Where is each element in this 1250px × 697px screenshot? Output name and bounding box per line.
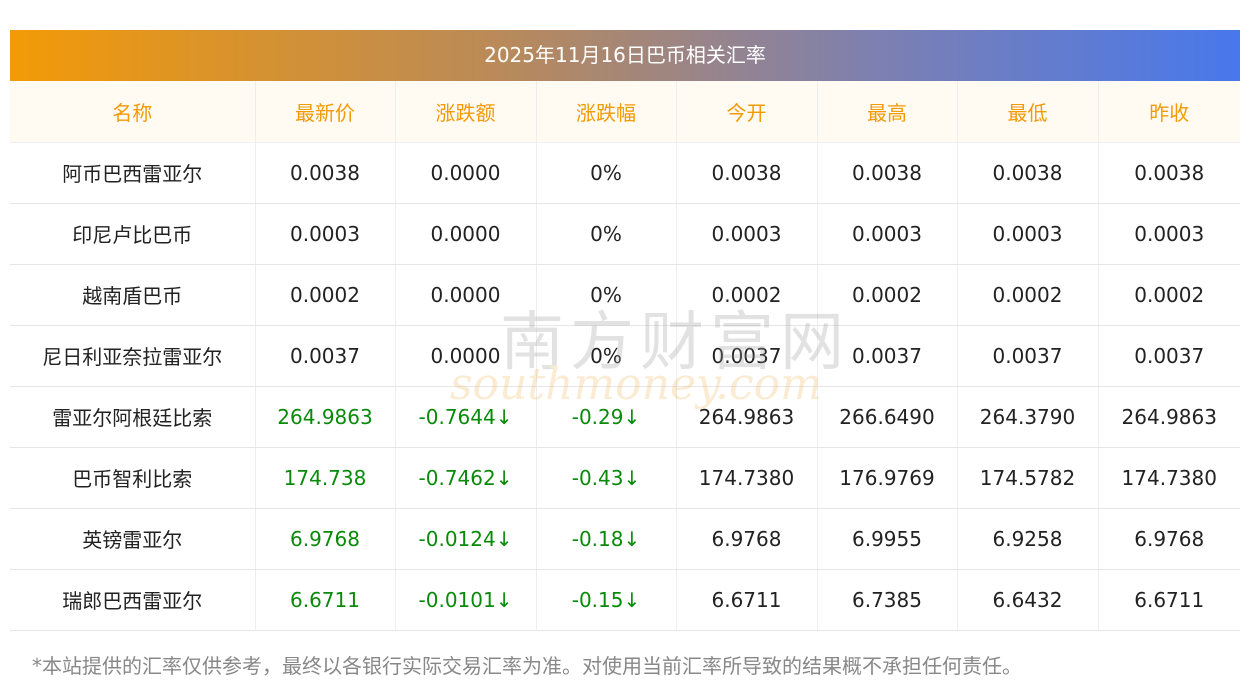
cell-low: 0.0037 — [956, 325, 1098, 387]
cell-change-pct: -0.15↓ — [535, 569, 676, 631]
cell-open: 6.9768 — [675, 508, 817, 570]
cell-high: 6.9955 — [816, 508, 957, 570]
rates-table: 名称 最新价 涨跌额 涨跌幅 今开 最高 最低 昨收 阿币巴西雷亚尔 0.0038… — [10, 81, 1240, 631]
cell-prev-close: 6.6711 — [1097, 569, 1240, 631]
cell-prev-close: 0.0038 — [1097, 142, 1240, 204]
cell-name: 瑞郎巴西雷亚尔 — [10, 569, 255, 631]
cell-latest: 0.0003 — [254, 203, 395, 265]
column-header-low: 最低 — [956, 81, 1098, 143]
cell-latest: 6.6711 — [254, 569, 395, 631]
cell-change: 0.0000 — [394, 325, 536, 387]
cell-change: 0.0000 — [394, 142, 536, 204]
cell-latest: 0.0002 — [254, 264, 395, 326]
cell-low: 0.0003 — [956, 203, 1098, 265]
cell-change-pct: -0.43↓ — [535, 447, 676, 509]
cell-prev-close: 0.0002 — [1097, 264, 1240, 326]
cell-change-pct: 0% — [535, 142, 676, 204]
column-header-name: 名称 — [10, 81, 255, 143]
cell-name: 雷亚尔阿根廷比索 — [10, 386, 255, 448]
cell-low: 0.0038 — [956, 142, 1098, 204]
cell-prev-close: 0.0003 — [1097, 203, 1240, 265]
cell-name: 越南盾巴币 — [10, 264, 255, 326]
cell-change-pct: -0.18↓ — [535, 508, 676, 570]
table-row: 瑞郎巴西雷亚尔 6.6711 -0.0101↓ -0.15↓ 6.6711 6.7385 6… — [10, 569, 1240, 631]
cell-latest: 0.0038 — [254, 142, 395, 204]
cell-open: 0.0003 — [675, 203, 817, 265]
cell-high: 0.0003 — [816, 203, 957, 265]
cell-name: 阿币巴西雷亚尔 — [10, 142, 255, 204]
cell-high: 176.9769 — [816, 447, 957, 509]
table-row: 阿币巴西雷亚尔 0.0038 0.0000 0% 0.0038 0.0038 0.0038 0… — [10, 142, 1240, 204]
cell-open: 264.9863 — [675, 386, 817, 448]
cell-prev-close: 174.7380 — [1097, 447, 1240, 509]
column-header-open: 今开 — [675, 81, 817, 143]
cell-low: 6.9258 — [956, 508, 1098, 570]
cell-change-pct: 0% — [535, 325, 676, 387]
table-row: 英镑雷亚尔 6.9768 -0.0124↓ -0.18↓ 6.9768 6.9955 6.9… — [10, 508, 1240, 570]
cell-change: -0.7462↓ — [394, 447, 536, 509]
cell-open: 174.7380 — [675, 447, 817, 509]
cell-name: 巴币智利比索 — [10, 447, 255, 509]
cell-low: 174.5782 — [956, 447, 1098, 509]
cell-latest: 174.738 — [254, 447, 395, 509]
cell-name: 英镑雷亚尔 — [10, 508, 255, 570]
cell-open: 0.0002 — [675, 264, 817, 326]
cell-change: -0.0124↓ — [394, 508, 536, 570]
cell-latest: 0.0037 — [254, 325, 395, 387]
cell-low: 6.6432 — [956, 569, 1098, 631]
cell-open: 0.0038 — [675, 142, 817, 204]
cell-name: 印尼卢比巴币 — [10, 203, 255, 265]
cell-high: 0.0037 — [816, 325, 957, 387]
column-header-high: 最高 — [816, 81, 957, 143]
cell-prev-close: 6.9768 — [1097, 508, 1240, 570]
table-row: 巴币智利比索 174.738 -0.7462↓ -0.43↓ 174.7380 176.9… — [10, 447, 1240, 509]
page-title: 2025年11月16日巴币相关汇率 — [10, 30, 1240, 81]
cell-name: 尼日利亚奈拉雷亚尔 — [10, 325, 255, 387]
cell-high: 0.0038 — [816, 142, 957, 204]
table-row: 尼日利亚奈拉雷亚尔 0.0037 0.0000 0% 0.0037 0.0037 0.003… — [10, 325, 1240, 387]
rates-panel: 2025年11月16日巴币相关汇率 名称 最新价 涨跌额 涨跌幅 今开 最高 最… — [10, 30, 1240, 631]
cell-open: 0.0037 — [675, 325, 817, 387]
cell-change: -0.0101↓ — [394, 569, 536, 631]
cell-latest: 264.9863 — [254, 386, 395, 448]
column-header-change: 涨跌额 — [394, 81, 536, 143]
cell-prev-close: 264.9863 — [1097, 386, 1240, 448]
column-header-latest: 最新价 — [254, 81, 395, 143]
table-header-row: 名称 最新价 涨跌额 涨跌幅 今开 最高 最低 昨收 — [10, 81, 1240, 143]
cell-high: 266.6490 — [816, 386, 957, 448]
table-row: 越南盾巴币 0.0002 0.0000 0% 0.0002 0.0002 0.0002 0.0… — [10, 264, 1240, 326]
disclaimer-footnote: *本站提供的汇率仅供参考，最终以各银行实际交易汇率为准。对使用当前汇率所导致的结… — [32, 654, 1022, 678]
cell-change-pct: 0% — [535, 264, 676, 326]
cell-change: 0.0000 — [394, 264, 536, 326]
cell-high: 6.7385 — [816, 569, 957, 631]
column-header-change-pct: 涨跌幅 — [535, 81, 676, 143]
cell-low: 264.3790 — [956, 386, 1098, 448]
cell-open: 6.6711 — [675, 569, 817, 631]
cell-change-pct: 0% — [535, 203, 676, 265]
cell-change: -0.7644↓ — [394, 386, 536, 448]
cell-high: 0.0002 — [816, 264, 957, 326]
table-row: 雷亚尔阿根廷比索 264.9863 -0.7644↓ -0.29↓ 264.9863 26… — [10, 386, 1240, 448]
cell-low: 0.0002 — [956, 264, 1098, 326]
cell-change: 0.0000 — [394, 203, 536, 265]
table-body: 阿币巴西雷亚尔 0.0038 0.0000 0% 0.0038 0.0038 0.0038 0… — [10, 142, 1240, 631]
cell-latest: 6.9768 — [254, 508, 395, 570]
cell-prev-close: 0.0037 — [1097, 325, 1240, 387]
table-row: 印尼卢比巴币 0.0003 0.0000 0% 0.0003 0.0003 0.0003 0.… — [10, 203, 1240, 265]
column-header-prev-close: 昨收 — [1097, 81, 1240, 143]
cell-change-pct: -0.29↓ — [535, 386, 676, 448]
